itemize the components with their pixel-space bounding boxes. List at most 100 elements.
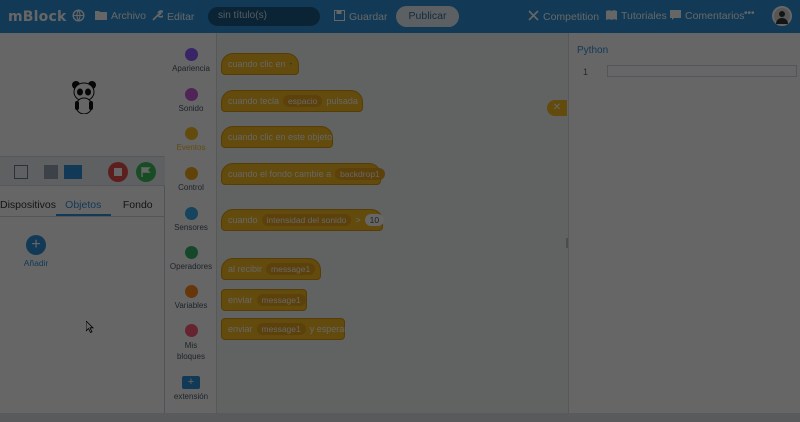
tab-fondo[interactable]: Fondo — [111, 195, 165, 216]
guardar-button[interactable]: Guardar — [334, 10, 388, 23]
panda-sprite[interactable] — [71, 80, 97, 114]
fullscreen-icon[interactable] — [14, 165, 28, 179]
category-dot — [184, 207, 198, 220]
category-label: Control — [178, 183, 204, 192]
project-name-input[interactable]: sin título(s) — [208, 7, 320, 26]
archivo-menu[interactable]: Archivo — [95, 10, 146, 22]
competition-label: Competition — [543, 10, 600, 23]
book-icon — [606, 10, 617, 22]
stage-panel: Dispositivos Objetos Fondo + Añadir — [0, 33, 165, 413]
stage-controls — [0, 156, 165, 186]
category-mis-bloques[interactable]: Mis bloques — [165, 324, 217, 362]
message-dropdown[interactable]: message1 — [266, 263, 316, 275]
more-menu-icon[interactable]: ••• — [744, 8, 755, 19]
publicar-button[interactable]: Publicar — [396, 6, 459, 27]
block-text: cuando clic en este objeto — [228, 132, 333, 142]
block-text: enviar — [228, 295, 253, 305]
stage-canvas[interactable] — [0, 33, 165, 156]
folder-icon — [95, 10, 107, 22]
block-text: al recibir — [228, 264, 263, 274]
category-operadores[interactable]: Operadores — [165, 246, 217, 271]
when-sensor-greater-block[interactable]: cuando intensidad del sonido > 10 — [221, 209, 385, 231]
category-apariencia[interactable]: Apariencia — [165, 48, 217, 73]
large-stage-icon[interactable] — [64, 165, 82, 179]
block-text: cuando clic en — [228, 59, 286, 69]
comentarios-label: Comentarios — [685, 10, 745, 22]
block-text: cuando el fondo cambie a — [228, 169, 332, 179]
when-key-pressed-block[interactable]: cuando tecla espacio pulsada — [221, 90, 363, 112]
editar-menu[interactable]: Editar — [152, 10, 194, 23]
green-flag-button[interactable] — [136, 162, 156, 182]
when-sprite-clicked-block[interactable]: cuando clic en este objeto — [221, 126, 333, 148]
category-label: Variables — [174, 301, 208, 310]
threshold-input[interactable]: 10 — [364, 214, 385, 226]
save-icon — [334, 10, 345, 23]
category-dot — [184, 167, 198, 180]
stop-button[interactable] — [108, 162, 128, 182]
category-label: Sensores — [174, 223, 208, 232]
category-label: Eventos — [176, 143, 206, 152]
broadcast-and-wait-block[interactable]: enviar message1 y esperar — [221, 318, 348, 340]
blocks-palette: cuando clic en cuando tecla espacio puls… — [217, 33, 568, 413]
tab-objetos[interactable]: Objetos — [56, 195, 111, 216]
editar-label: Editar — [167, 10, 195, 23]
category-sonido[interactable]: Sonido — [165, 88, 217, 113]
globe-icon[interactable] — [72, 9, 85, 24]
line-number: 1 — [583, 67, 589, 77]
python-title: Python — [577, 45, 609, 56]
category-dot — [184, 48, 198, 61]
block-tail: > — [355, 215, 361, 225]
category-label: Sonido — [178, 104, 204, 113]
category-variables[interactable]: Variables — [165, 285, 217, 310]
avatar[interactable] — [772, 6, 792, 26]
plus-icon: + — [26, 235, 46, 255]
category-dot — [184, 88, 198, 101]
key-dropdown[interactable]: espacio — [283, 95, 323, 107]
category-dot — [184, 127, 198, 140]
category-control[interactable]: Control — [165, 167, 217, 192]
mouse-cursor-icon — [85, 320, 94, 336]
category-label: Mis bloques — [176, 341, 206, 361]
when-flag-clicked-block[interactable]: cuando clic en — [221, 53, 299, 75]
comment-icon — [670, 10, 681, 22]
when-receive-block[interactable]: al recibir message1 — [221, 258, 321, 280]
backdrop-dropdown[interactable]: backdrop1 — [335, 168, 385, 180]
add-sprite-button[interactable]: + Añadir — [22, 235, 50, 268]
broadcast-block[interactable]: enviar message1 — [221, 289, 307, 311]
category-dot — [184, 324, 198, 337]
flag-icon — [141, 167, 151, 177]
archivo-label: Archivo — [111, 10, 147, 22]
block-text: enviar — [228, 324, 253, 334]
add-label: Añadir — [23, 258, 49, 268]
top-bar: mBlock Archivo Editar sin título(s) Guar… — [0, 0, 800, 33]
category-extension[interactable]: + extensión — [165, 376, 217, 401]
python-code-editor[interactable] — [607, 65, 797, 77]
brand-logo: mBlock — [8, 8, 67, 25]
tab-dispositivos[interactable]: Dispositivos — [0, 195, 56, 216]
sensor-dropdown[interactable]: intensidad del sonido — [261, 214, 352, 226]
stop-icon — [114, 168, 122, 176]
comentarios-link[interactable]: Comentarios — [670, 10, 745, 22]
small-stage-icon[interactable] — [44, 165, 58, 179]
category-label: Apariencia — [172, 64, 210, 73]
block-categories: Apariencia Sonido Eventos Control Sensor… — [165, 33, 217, 413]
category-eventos[interactable]: Eventos — [165, 127, 217, 152]
message-dropdown[interactable]: message1 — [256, 294, 306, 306]
competition-link[interactable]: Competition — [528, 10, 599, 23]
category-dot — [184, 285, 198, 298]
tutoriales-label: Tutoriales — [621, 10, 667, 22]
when-backdrop-switches-block[interactable]: cuando el fondo cambie a backdrop1 — [221, 163, 385, 185]
category-label: extensión — [173, 392, 209, 401]
category-dot — [184, 246, 198, 259]
python-panel: Python 1 — [568, 33, 800, 413]
collapse-palette-button[interactable]: ✕ — [547, 100, 567, 116]
cross-arrows-icon — [528, 10, 539, 23]
tutoriales-link[interactable]: Tutoriales — [606, 10, 667, 22]
guardar-label: Guardar — [349, 10, 388, 23]
message-dropdown[interactable]: message1 — [256, 323, 306, 335]
block-tail: pulsada — [326, 96, 358, 106]
block-tail: y esperar — [309, 324, 348, 334]
category-sensores[interactable]: Sensores — [165, 207, 217, 232]
flag-icon — [289, 62, 292, 66]
sprite-tabs: Dispositivos Objetos Fondo — [0, 195, 165, 217]
